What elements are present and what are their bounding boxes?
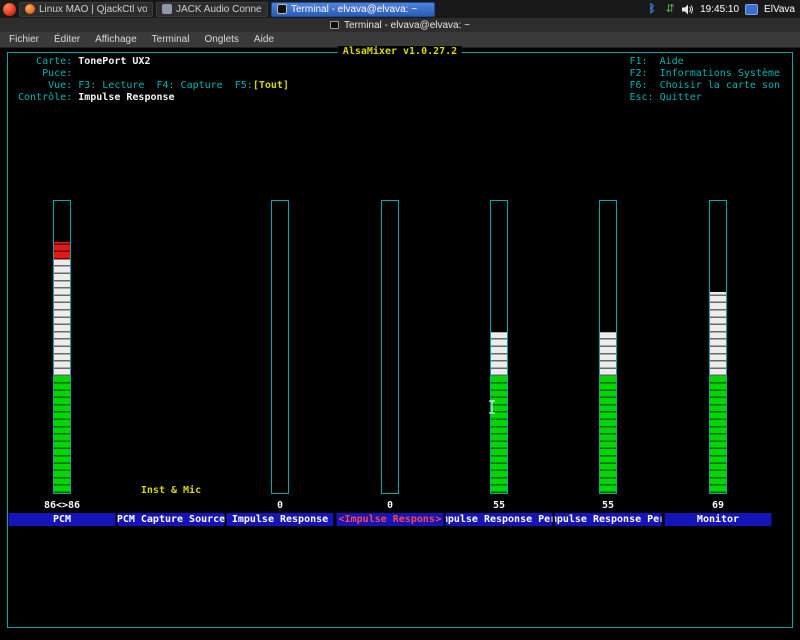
taskbar-windows: Linux MAO | QjackCtl voir... JACK Audio C… xyxy=(19,2,435,17)
mixer-channel-0: 86<>86 PCM xyxy=(7,48,117,640)
system-tray: ᛒ ⇵ 19:45:10 ElVava xyxy=(646,3,797,16)
terminal-icon xyxy=(330,21,339,29)
channel-label[interactable]: Impulse Response xyxy=(227,513,334,526)
channel-label[interactable]: Impulse Response Peri xyxy=(446,513,553,526)
bluetooth-icon[interactable]: ᛒ xyxy=(646,3,658,16)
top-panel: Linux MAO | QjackCtl voir... JACK Audio C… xyxy=(0,0,800,18)
selected-right-marker: > xyxy=(435,514,441,525)
terminal-viewport[interactable]: AlsaMixer v1.0.27.2 Carte: TonePort UX2 … xyxy=(0,48,800,640)
mixer-channel-1: Inst & Mic PCM Capture Source xyxy=(116,48,226,640)
volume-bar[interactable] xyxy=(381,200,399,494)
window-title: Terminal - elvava@elvava: ~ xyxy=(344,20,470,31)
channel-value: 0 xyxy=(225,500,335,511)
volume-bar-gradient xyxy=(710,292,726,493)
volume-bar[interactable] xyxy=(599,200,617,494)
volume-icon[interactable] xyxy=(682,3,694,16)
volume-bar[interactable] xyxy=(53,200,71,494)
volume-bar-fill xyxy=(54,242,70,493)
mixer-channel-6: 69 Monitor xyxy=(663,48,773,640)
app-menu-icon[interactable] xyxy=(3,3,16,16)
mixer-channel-5: 55 Impulse Response Peri xyxy=(553,48,663,640)
taskbar-window-1[interactable]: JACK Audio Connection Kit... xyxy=(156,2,268,17)
menu-aide[interactable]: Aide xyxy=(254,34,274,45)
volume-bar-gradient xyxy=(54,242,70,493)
updates-icon[interactable]: ⇵ xyxy=(664,3,676,16)
channel-value: 55 xyxy=(444,500,554,511)
channel-value: 55 xyxy=(553,500,663,511)
workspace-switcher[interactable] xyxy=(745,4,758,15)
channel-value: 0 xyxy=(335,500,445,511)
channel-value: 86<>86 xyxy=(7,500,117,511)
volume-bar-fill xyxy=(600,332,616,493)
menu-fichier[interactable]: Fichier xyxy=(9,34,39,45)
window-titlebar[interactable]: Terminal - elvava@elvava: ~ xyxy=(0,18,800,32)
menu-terminal[interactable]: Terminal xyxy=(152,34,190,45)
channel-label[interactable]: <Impulse Response> xyxy=(337,513,444,526)
taskbar-window-0[interactable]: Linux MAO | QjackCtl voir... xyxy=(19,2,153,17)
text-cursor-icon xyxy=(488,400,496,417)
volume-bar[interactable] xyxy=(271,200,289,494)
volume-bar-fill xyxy=(710,292,726,493)
user-label: ElVava xyxy=(764,4,797,15)
firefox-icon xyxy=(25,4,35,14)
taskbar-window-label: JACK Audio Connection Kit... xyxy=(176,4,262,15)
menu-editer[interactable]: Éditer xyxy=(54,34,80,45)
volume-bar[interactable] xyxy=(709,200,727,494)
menu-onglets[interactable]: Onglets xyxy=(204,34,238,45)
channel-label[interactable]: PCM Capture Source xyxy=(118,513,225,526)
channel-label[interactable]: Monitor xyxy=(665,513,772,526)
channel-label[interactable]: PCM xyxy=(9,513,116,526)
taskbar-window-2[interactable]: Terminal - elvava@elvava: ~ xyxy=(271,2,435,17)
channel-value: 69 xyxy=(663,500,773,511)
taskbar-window-label: Linux MAO | QjackCtl voir... xyxy=(39,4,147,15)
channel-label-text: Impulse Response xyxy=(345,514,436,525)
terminal-icon xyxy=(277,4,287,14)
enum-value[interactable]: Inst & Mic xyxy=(116,485,226,496)
volume-bar-gradient xyxy=(600,332,616,493)
mixer-channel-3: 0 <Impulse Response> xyxy=(335,48,445,640)
mixer-channel-4: 55 Impulse Response Peri xyxy=(444,48,554,640)
channel-label[interactable]: Impulse Response Peri xyxy=(555,513,662,526)
mixer-channel-2: 0 Impulse Response xyxy=(225,48,335,640)
clock[interactable]: 19:45:10 xyxy=(700,4,739,15)
menu-affichage[interactable]: Affichage xyxy=(95,34,137,45)
channels-layer: 86<>86PCMInst & MicPCM Capture Source0Im… xyxy=(0,48,800,640)
volume-bar[interactable] xyxy=(490,200,508,494)
taskbar-window-label: Terminal - elvava@elvava: ~ xyxy=(291,4,417,15)
jack-icon xyxy=(162,4,172,14)
